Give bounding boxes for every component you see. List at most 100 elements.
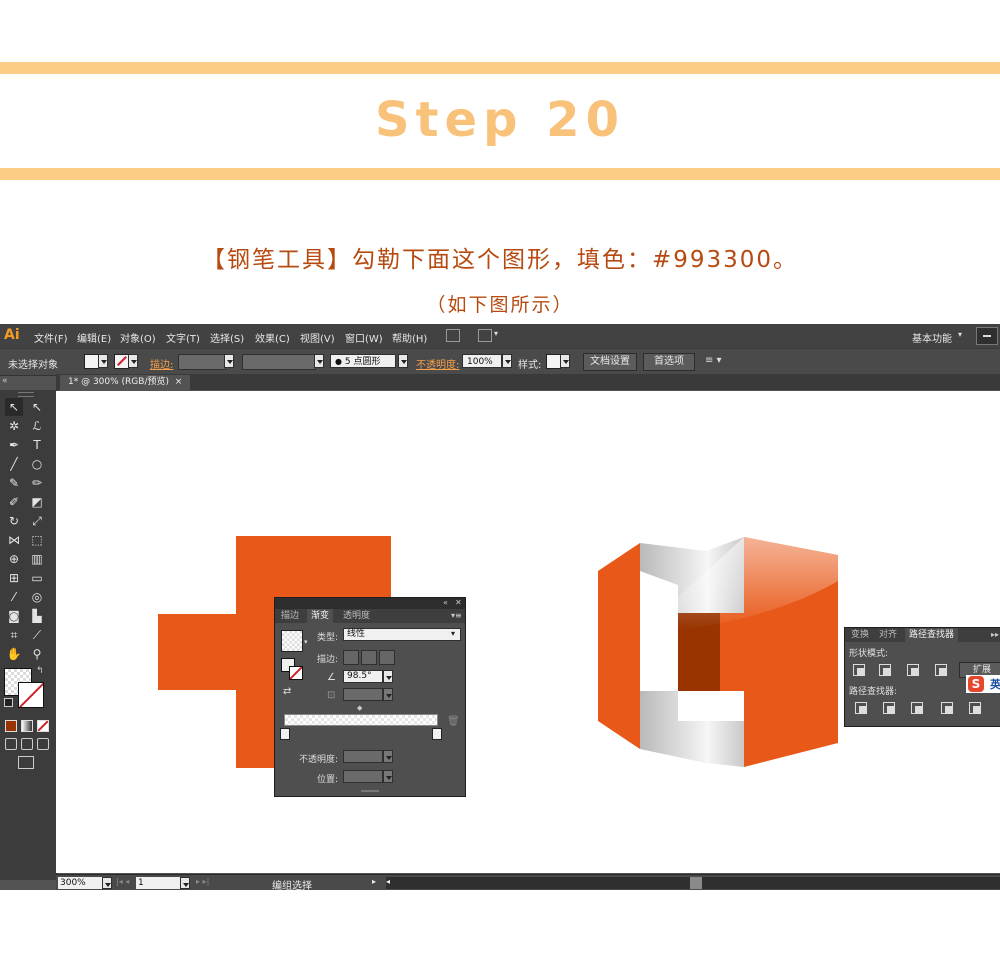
magic-wand-tool-icon[interactable]: ✲ <box>5 417 23 435</box>
pen-tool-icon[interactable]: ✒ <box>5 436 23 454</box>
document-tab[interactable]: 1* @ 300% (RGB/预览) × <box>60 375 191 390</box>
paintbrush-tool-icon[interactable]: ✎ <box>5 474 23 492</box>
stop-opacity-field[interactable] <box>343 750 383 763</box>
divide-icon[interactable] <box>855 702 867 714</box>
color-mode-icon[interactable] <box>5 720 17 732</box>
first-artboard-icon[interactable]: |◂ ◂ <box>116 877 129 886</box>
preferences-button[interactable]: 首选项 <box>643 353 695 371</box>
fill-swatch[interactable] <box>84 354 99 369</box>
perspective-grid-tool-icon[interactable]: ▥ <box>28 550 46 568</box>
tab-gradient[interactable]: 渐变 <box>307 609 334 623</box>
gradient-mode-icon[interactable] <box>21 720 33 732</box>
crop-icon[interactable] <box>941 702 953 714</box>
menu-window[interactable]: 窗口(W) <box>345 330 383 345</box>
angle-dropdown[interactable] <box>383 670 393 683</box>
gradient-stop-left[interactable] <box>280 728 290 740</box>
panel-menu-icon[interactable]: ▾≡ <box>451 611 462 620</box>
menu-help[interactable]: 帮助(H) <box>392 330 427 345</box>
arrange-dropdown-icon[interactable]: ▾ <box>494 329 498 338</box>
stroke-label[interactable]: 描边: <box>150 356 173 371</box>
intersect-icon[interactable] <box>907 664 919 676</box>
menu-select[interactable]: 选择(S) <box>210 330 244 345</box>
stroke-dropdown[interactable] <box>128 354 138 368</box>
artboard-canvas[interactable]: « ✕ 描边 渐变 透明度 ▾≡ ▾ 类型: 线性 ▾ 描边: ⇄ ∠ 98.5… <box>56 391 1000 873</box>
type-dropdown-icon[interactable]: ▾ <box>451 629 455 638</box>
workspace-dropdown-icon[interactable]: ▾ <box>958 330 962 339</box>
reverse-gradient-icon[interactable]: ⇄ <box>283 686 291 697</box>
stroke-weight-dropdown[interactable] <box>224 354 234 368</box>
stroke-within-icon[interactable] <box>343 650 359 665</box>
tab-pathfinder[interactable]: 路径查找器 <box>905 628 959 642</box>
menu-file[interactable]: 文件(F) <box>34 330 68 345</box>
gradient-panel-header[interactable]: « ✕ <box>275 598 465 609</box>
arrange-documents-icon[interactable] <box>478 329 492 342</box>
eraser-tool-icon[interactable]: ◩ <box>28 493 46 511</box>
screen-mode-icon[interactable] <box>18 756 34 769</box>
default-colors-icon[interactable] <box>4 698 13 707</box>
shape-builder-tool-icon[interactable]: ⊕ <box>5 550 23 568</box>
menu-type[interactable]: 文字(T) <box>166 330 200 345</box>
gradient-tool-icon[interactable]: ▭ <box>28 569 46 587</box>
type-select[interactable]: 线性 <box>343 628 461 641</box>
fill-dropdown[interactable] <box>98 354 108 368</box>
trim-icon[interactable] <box>883 702 895 714</box>
stop-opacity-dropdown[interactable] <box>383 750 393 763</box>
status-menu-icon[interactable]: ▸ <box>372 877 376 886</box>
panel-resize-grip[interactable] <box>361 790 379 792</box>
menu-effect[interactable]: 效果(C) <box>255 330 290 345</box>
zoom-field[interactable]: 300% <box>58 877 102 889</box>
scale-tool-icon[interactable]: ⤢ <box>28 512 46 530</box>
menu-object[interactable]: 对象(O) <box>120 330 156 345</box>
stroke-weight-field[interactable] <box>178 354 226 370</box>
artboard-tool-icon[interactable]: ⌗ <box>5 626 23 644</box>
panel-close-icon[interactable]: ✕ <box>455 598 462 607</box>
slice-tool-icon[interactable]: ⟋ <box>28 626 46 644</box>
stop-location-dropdown[interactable] <box>383 770 393 783</box>
h-logo-shape[interactable] <box>598 537 838 767</box>
hand-tool-icon[interactable]: ✋ <box>5 645 23 663</box>
eyedropper-tool-icon[interactable]: ⁄ <box>5 588 23 606</box>
artboard-dropdown[interactable] <box>180 877 190 889</box>
style-dropdown[interactable] <box>560 354 570 368</box>
gradient-midpoint-icon[interactable]: ◆ <box>357 704 362 712</box>
opacity-label[interactable]: 不透明度: <box>416 356 459 371</box>
blend-tool-icon[interactable]: ◎ <box>28 588 46 606</box>
delete-stop-icon[interactable]: 🗑 <box>447 716 460 727</box>
line-tool-icon[interactable]: ╱ <box>5 455 23 473</box>
pencil-tool-icon[interactable]: ✏ <box>28 474 46 492</box>
tab-align[interactable]: 对齐 <box>875 628 901 642</box>
artboard-field[interactable]: 1 <box>136 877 180 889</box>
outline-icon[interactable] <box>969 702 981 714</box>
free-transform-tool-icon[interactable]: ⬚ <box>28 531 46 549</box>
style-swatch[interactable] <box>546 354 561 369</box>
menu-view[interactable]: 视图(V) <box>300 330 335 345</box>
gradient-stop-right[interactable] <box>432 728 442 740</box>
document-setup-button[interactable]: 文档设置 <box>583 353 637 371</box>
ime-mode-label[interactable]: 英 <box>990 676 1000 692</box>
direct-selection-tool-icon[interactable]: ↖ <box>28 398 46 416</box>
tab-transform[interactable]: 变换 <box>847 628 873 642</box>
exclude-icon[interactable] <box>935 664 947 676</box>
opacity-dropdown[interactable] <box>502 354 512 368</box>
zoom-dropdown[interactable] <box>102 877 112 889</box>
variable-width-field[interactable] <box>242 354 316 370</box>
panel-collapse-icon[interactable]: « <box>443 598 448 607</box>
sogou-logo-icon[interactable]: S <box>968 676 984 692</box>
aspect-ratio-field[interactable] <box>343 688 383 701</box>
minus-front-icon[interactable] <box>879 664 891 676</box>
merge-icon[interactable] <box>911 702 923 714</box>
selection-tool-icon[interactable]: ↖ <box>5 398 23 416</box>
blob-brush-tool-icon[interactable]: ✐ <box>5 493 23 511</box>
tab-transparency[interactable]: 透明度 <box>339 609 374 623</box>
toolbar-collapse-icon[interactable]: « <box>2 376 8 386</box>
column-graph-tool-icon[interactable]: ▙ <box>28 607 46 625</box>
ellipse-tool-icon[interactable]: ○ <box>28 455 46 473</box>
width-tool-icon[interactable]: ⋈ <box>5 531 23 549</box>
draw-behind-icon[interactable] <box>21 738 33 750</box>
unite-icon[interactable] <box>853 664 865 676</box>
ime-toolbar[interactable]: S 英 •, <box>966 675 1000 693</box>
scrollbar-thumb[interactable] <box>690 877 702 889</box>
bridge-icon[interactable] <box>446 329 460 342</box>
symbol-sprayer-tool-icon[interactable]: ◙ <box>5 607 23 625</box>
variable-width-dropdown[interactable] <box>314 354 324 368</box>
